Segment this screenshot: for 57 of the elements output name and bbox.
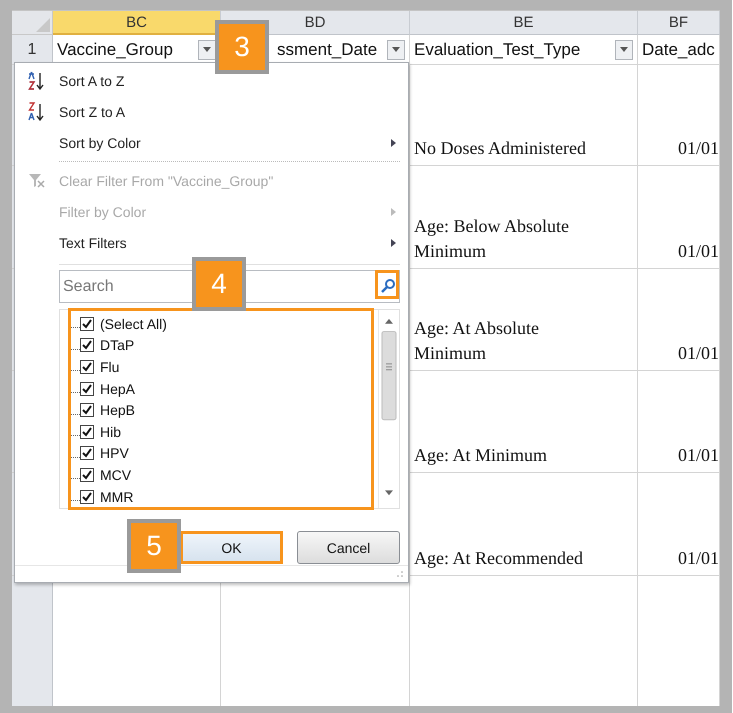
row-number: 1 [12, 35, 53, 65]
table-cell-text: Age: At Recommended [414, 547, 583, 570]
dropdown-arrow-icon [203, 47, 211, 52]
checkbox[interactable] [80, 338, 94, 352]
checkbox[interactable] [80, 490, 94, 504]
table-cell-text: Age: At Minimum [414, 444, 548, 467]
submenu-arrow-icon [391, 238, 396, 246]
table-cell-text: Age: Below Absolute Minimum [414, 215, 570, 263]
corner-triangle-icon [36, 18, 50, 32]
list-item[interactable]: HepB [100, 402, 136, 418]
table-cell-text: 01/01 [678, 547, 719, 570]
column-header[interactable]: BF [638, 11, 720, 35]
menu-item[interactable]: Sort by Color [15, 127, 400, 158]
filter-dropdown-button[interactable] [615, 40, 633, 60]
list-item[interactable]: Flu [100, 358, 120, 375]
dialog-button[interactable]: OK [180, 531, 283, 564]
table-cell-text: Evaluation_Test_Type [414, 40, 582, 60]
menu-item[interactable]: Text Filters [15, 227, 400, 258]
dialog-button[interactable]: Cancel [297, 531, 400, 564]
table-cell-text: 01/01 [678, 444, 719, 467]
table-cell-text: 01/01 [678, 137, 719, 160]
list-item[interactable]: HepA [100, 380, 136, 397]
checkbox[interactable] [80, 382, 94, 396]
table-cell-text: 01/01 [678, 342, 719, 365]
submenu-arrow-icon [391, 208, 396, 216]
step-callout-tooltip: 4 [192, 257, 246, 311]
checkbox[interactable] [80, 468, 94, 482]
step-callout-tooltip: 5 [127, 519, 181, 573]
checkbox[interactable] [80, 403, 94, 418]
submenu-arrow-icon [391, 138, 396, 146]
checkbox[interactable] [80, 424, 94, 439]
column-header[interactable]: BC [53, 11, 221, 35]
table-cell-text: No Doses Administered [414, 137, 586, 160]
list-item[interactable]: HPV [100, 445, 129, 462]
dropdown-arrow-icon [392, 47, 400, 52]
column-header[interactable]: BE [410, 11, 638, 35]
checkbox[interactable] [80, 446, 94, 460]
checkbox[interactable] [80, 360, 94, 374]
table-cell-text: Age: At Absolute Minimum [414, 317, 540, 365]
checkbox[interactable] [80, 316, 94, 331]
scrollbar[interactable] [378, 310, 399, 508]
filter-dropdown-button[interactable] [198, 40, 216, 60]
dropdown-arrow-icon [620, 47, 628, 52]
list-item[interactable]: (Select All) [100, 316, 167, 332]
list-item[interactable]: Hib [100, 424, 122, 440]
step-callout-tooltip: 3 [215, 20, 269, 74]
list-item[interactable]: DTaP [100, 337, 134, 354]
table-cell-text: 01/01 [678, 240, 719, 263]
search-icon[interactable] [380, 278, 396, 294]
table-cell-text: ssment_Date [277, 40, 378, 60]
table-cell: Date_adc [642, 40, 715, 60]
list-item[interactable]: MMR [100, 488, 134, 505]
menu-item[interactable]: Sort Z to A [15, 96, 400, 127]
table-cell-text: Vaccine_Group [57, 40, 174, 60]
filter-dropdown-button[interactable] [387, 40, 405, 60]
resize-grip-icon[interactable] [396, 570, 404, 578]
list-item[interactable]: MCV [100, 466, 132, 483]
